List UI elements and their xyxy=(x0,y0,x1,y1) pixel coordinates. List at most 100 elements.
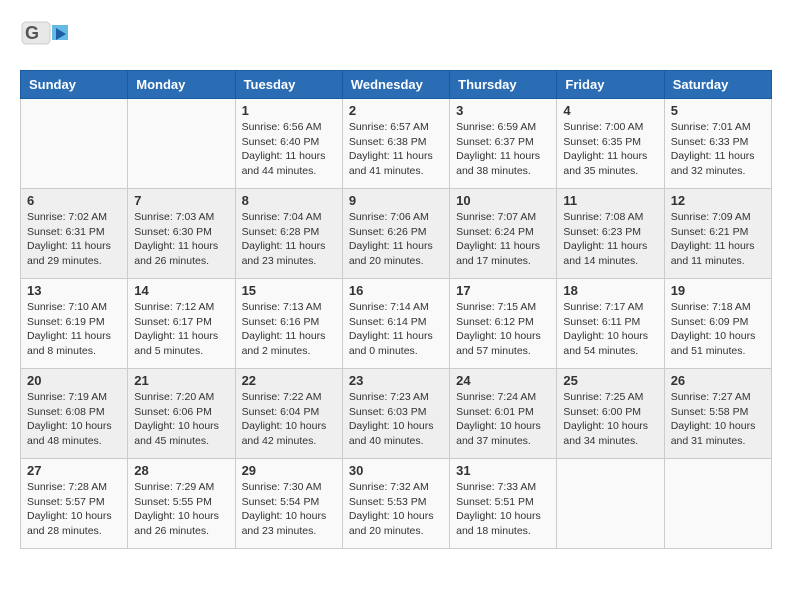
calendar-cell: 3Sunrise: 6:59 AMSunset: 6:37 PMDaylight… xyxy=(450,99,557,189)
day-info: Sunrise: 6:59 AMSunset: 6:37 PMDaylight:… xyxy=(456,120,550,179)
day-info: Sunrise: 7:15 AMSunset: 6:12 PMDaylight:… xyxy=(456,300,550,359)
calendar-body: 1 Sunrise: 6:56 AMSunset: 6:40 PMDaylight… xyxy=(21,99,772,549)
calendar-cell: 29 Sunrise: 7:30 AMSunset: 5:54 PMDayligh… xyxy=(235,459,342,549)
weekday-header-wednesday: Wednesday xyxy=(342,71,449,99)
day-info: Sunrise: 7:13 AMSunset: 6:16 PMDaylight:… xyxy=(242,300,336,359)
weekday-header-monday: Monday xyxy=(128,71,235,99)
calendar-cell: 25 Sunrise: 7:25 AMSunset: 6:00 PMDayligh… xyxy=(557,369,664,459)
day-number: 25 xyxy=(563,373,657,388)
weekday-header-friday: Friday xyxy=(557,71,664,99)
day-info: Sunrise: 7:32 AMSunset: 5:53 PMDaylight:… xyxy=(349,480,443,539)
day-info: Sunrise: 7:00 AMSunset: 6:35 PMDaylight:… xyxy=(563,120,657,179)
day-info: Sunrise: 7:19 AMSunset: 6:08 PMDaylight:… xyxy=(27,390,121,449)
week-row-5: 27 Sunrise: 7:28 AMSunset: 5:57 PMDayligh… xyxy=(21,459,772,549)
day-number: 30 xyxy=(349,463,443,478)
weekday-row: SundayMondayTuesdayWednesdayThursdayFrid… xyxy=(21,71,772,99)
day-info: Sunrise: 7:08 AMSunset: 6:23 PMDaylight:… xyxy=(563,210,657,269)
day-number: 19 xyxy=(671,283,765,298)
day-info: Sunrise: 7:07 AMSunset: 6:24 PMDaylight:… xyxy=(456,210,550,269)
day-number: 27 xyxy=(27,463,121,478)
calendar-cell: 1 Sunrise: 6:56 AMSunset: 6:40 PMDaylight… xyxy=(235,99,342,189)
day-info: Sunrise: 7:01 AMSunset: 6:33 PMDaylight:… xyxy=(671,120,765,179)
day-info: Sunrise: 7:02 AMSunset: 6:31 PMDaylight:… xyxy=(27,210,121,269)
day-number: 20 xyxy=(27,373,121,388)
day-info: Sunrise: 7:27 AMSunset: 5:58 PMDaylight:… xyxy=(671,390,765,449)
day-number: 7 xyxy=(134,193,228,208)
day-number: 17 xyxy=(456,283,550,298)
weekday-header-saturday: Saturday xyxy=(664,71,771,99)
day-number: 12 xyxy=(671,193,765,208)
calendar-cell: 18Sunrise: 7:17 AMSunset: 6:11 PMDayligh… xyxy=(557,279,664,369)
day-number: 29 xyxy=(242,463,336,478)
weekday-header-tuesday: Tuesday xyxy=(235,71,342,99)
calendar-cell: 5Sunrise: 7:01 AMSunset: 6:33 PMDaylight… xyxy=(664,99,771,189)
day-info: Sunrise: 7:24 AMSunset: 6:01 PMDaylight:… xyxy=(456,390,550,449)
day-number: 9 xyxy=(349,193,443,208)
day-info: Sunrise: 7:25 AMSunset: 6:00 PMDaylight:… xyxy=(563,390,657,449)
weekday-header-sunday: Sunday xyxy=(21,71,128,99)
calendar-cell: 16 Sunrise: 7:14 AMSunset: 6:14 PMDayligh… xyxy=(342,279,449,369)
week-row-2: 6 Sunrise: 7:02 AMSunset: 6:31 PMDaylight… xyxy=(21,189,772,279)
calendar-cell: 24 Sunrise: 7:24 AMSunset: 6:01 PMDayligh… xyxy=(450,369,557,459)
day-number: 21 xyxy=(134,373,228,388)
page-header: G xyxy=(20,20,772,60)
day-info: Sunrise: 7:30 AMSunset: 5:54 PMDaylight:… xyxy=(242,480,336,539)
day-number: 6 xyxy=(27,193,121,208)
day-info: Sunrise: 6:57 AMSunset: 6:38 PMDaylight:… xyxy=(349,120,443,179)
day-number: 26 xyxy=(671,373,765,388)
calendar-cell: 22 Sunrise: 7:22 AMSunset: 6:04 PMDayligh… xyxy=(235,369,342,459)
calendar-cell: 7Sunrise: 7:03 AMSunset: 6:30 PMDaylight… xyxy=(128,189,235,279)
calendar-cell: 15Sunrise: 7:13 AMSunset: 6:16 PMDayligh… xyxy=(235,279,342,369)
week-row-3: 13Sunrise: 7:10 AMSunset: 6:19 PMDayligh… xyxy=(21,279,772,369)
calendar-cell: 17 Sunrise: 7:15 AMSunset: 6:12 PMDayligh… xyxy=(450,279,557,369)
day-info: Sunrise: 7:10 AMSunset: 6:19 PMDaylight:… xyxy=(27,300,121,359)
calendar-cell: 20 Sunrise: 7:19 AMSunset: 6:08 PMDayligh… xyxy=(21,369,128,459)
calendar-cell: 28Sunrise: 7:29 AMSunset: 5:55 PMDayligh… xyxy=(128,459,235,549)
week-row-4: 20 Sunrise: 7:19 AMSunset: 6:08 PMDayligh… xyxy=(21,369,772,459)
day-number: 22 xyxy=(242,373,336,388)
calendar-cell: 6 Sunrise: 7:02 AMSunset: 6:31 PMDaylight… xyxy=(21,189,128,279)
day-info: Sunrise: 7:23 AMSunset: 6:03 PMDaylight:… xyxy=(349,390,443,449)
calendar-cell xyxy=(664,459,771,549)
day-info: Sunrise: 7:22 AMSunset: 6:04 PMDaylight:… xyxy=(242,390,336,449)
day-number: 2 xyxy=(349,103,443,118)
day-number: 24 xyxy=(456,373,550,388)
calendar-cell: 10 Sunrise: 7:07 AMSunset: 6:24 PMDayligh… xyxy=(450,189,557,279)
calendar-cell: 13Sunrise: 7:10 AMSunset: 6:19 PMDayligh… xyxy=(21,279,128,369)
weekday-header-thursday: Thursday xyxy=(450,71,557,99)
day-info: Sunrise: 7:28 AMSunset: 5:57 PMDaylight:… xyxy=(27,480,121,539)
calendar-cell xyxy=(21,99,128,189)
calendar-cell: 19Sunrise: 7:18 AMSunset: 6:09 PMDayligh… xyxy=(664,279,771,369)
day-info: Sunrise: 7:06 AMSunset: 6:26 PMDaylight:… xyxy=(349,210,443,269)
day-number: 1 xyxy=(242,103,336,118)
calendar-cell: 11 Sunrise: 7:08 AMSunset: 6:23 PMDayligh… xyxy=(557,189,664,279)
calendar-cell: 14Sunrise: 7:12 AMSunset: 6:17 PMDayligh… xyxy=(128,279,235,369)
day-number: 11 xyxy=(563,193,657,208)
calendar-cell: 4Sunrise: 7:00 AMSunset: 6:35 PMDaylight… xyxy=(557,99,664,189)
week-row-1: 1 Sunrise: 6:56 AMSunset: 6:40 PMDaylight… xyxy=(21,99,772,189)
day-number: 14 xyxy=(134,283,228,298)
calendar-cell: 23 Sunrise: 7:23 AMSunset: 6:03 PMDayligh… xyxy=(342,369,449,459)
calendar-cell: 12Sunrise: 7:09 AMSunset: 6:21 PMDayligh… xyxy=(664,189,771,279)
day-number: 18 xyxy=(563,283,657,298)
svg-text:G: G xyxy=(25,23,39,43)
calendar-cell: 31Sunrise: 7:33 AMSunset: 5:51 PMDayligh… xyxy=(450,459,557,549)
calendar-cell: 9 Sunrise: 7:06 AMSunset: 6:26 PMDaylight… xyxy=(342,189,449,279)
day-number: 31 xyxy=(456,463,550,478)
day-number: 23 xyxy=(349,373,443,388)
calendar-cell: 21Sunrise: 7:20 AMSunset: 6:06 PMDayligh… xyxy=(128,369,235,459)
day-number: 10 xyxy=(456,193,550,208)
day-info: Sunrise: 7:04 AMSunset: 6:28 PMDaylight:… xyxy=(242,210,336,269)
day-info: Sunrise: 7:14 AMSunset: 6:14 PMDaylight:… xyxy=(349,300,443,359)
day-info: Sunrise: 6:56 AMSunset: 6:40 PMDaylight:… xyxy=(242,120,336,179)
calendar-cell: 27 Sunrise: 7:28 AMSunset: 5:57 PMDayligh… xyxy=(21,459,128,549)
calendar-header: SundayMondayTuesdayWednesdayThursdayFrid… xyxy=(21,71,772,99)
logo: G xyxy=(20,20,76,60)
day-number: 16 xyxy=(349,283,443,298)
day-info: Sunrise: 7:29 AMSunset: 5:55 PMDaylight:… xyxy=(134,480,228,539)
calendar-cell: 2 Sunrise: 6:57 AMSunset: 6:38 PMDaylight… xyxy=(342,99,449,189)
calendar-table: SundayMondayTuesdayWednesdayThursdayFrid… xyxy=(20,70,772,549)
calendar-cell: 30 Sunrise: 7:32 AMSunset: 5:53 PMDayligh… xyxy=(342,459,449,549)
calendar-cell xyxy=(128,99,235,189)
logo-icon: G xyxy=(20,20,70,60)
